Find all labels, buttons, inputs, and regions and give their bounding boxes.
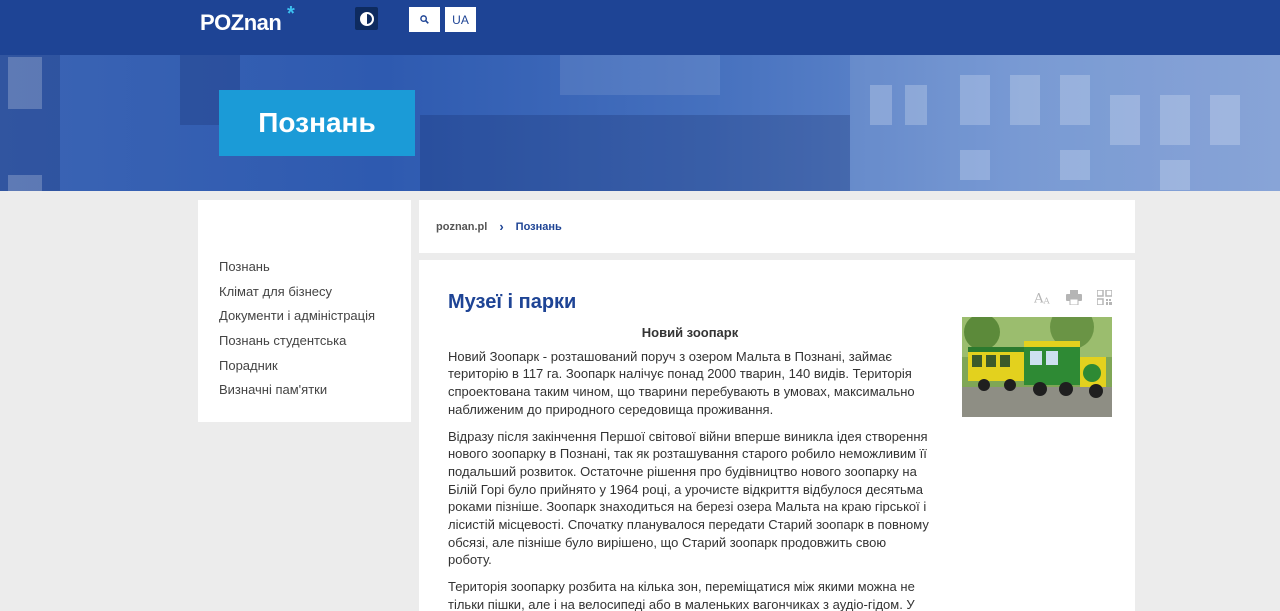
logo-text: POZnan — [200, 10, 282, 35]
article-subtitle: Новий зоопарк — [641, 325, 739, 340]
language-button[interactable]: UA — [445, 7, 476, 32]
article-paragraph: Новий Зоопарк - розташований поруч з озе… — [448, 348, 915, 417]
hero-title-box: Познань — [219, 90, 415, 156]
breadcrumb: poznan.pl › Познань — [419, 200, 1135, 253]
chevron-right-icon: › — [499, 219, 504, 234]
qr-code-icon[interactable] — [1096, 289, 1113, 306]
svg-text:A: A — [1042, 296, 1050, 305]
print-icon[interactable] — [1065, 289, 1082, 306]
sidebar-item-poznan[interactable]: Познань — [219, 258, 375, 283]
article-panel: Музеї і парки A A Новий зоопарк Новий Зо… — [419, 260, 1135, 611]
logo-star-icon: * — [287, 3, 295, 25]
article-body: Новий зоопарк Новий Зоопарк - розташован… — [448, 324, 932, 611]
sidebar-item-students[interactable]: Познань студентська — [219, 332, 375, 357]
article-title: Музеї і парки — [448, 291, 577, 313]
contrast-toggle-button[interactable] — [355, 7, 378, 30]
page-title: Познань — [258, 107, 376, 138]
sidebar-item-guide[interactable]: Порадник — [219, 357, 375, 382]
breadcrumb-current[interactable]: Познань — [516, 221, 562, 233]
poznan-logo[interactable]: POZnan * — [200, 3, 295, 36]
sidebar-nav: Познань Клімат для бізнесу Документи і а… — [198, 200, 411, 422]
sidebar-item-landmarks[interactable]: Визначні пам'ятки — [219, 381, 375, 406]
breadcrumb-home-link[interactable]: poznan.pl — [436, 221, 487, 233]
svg-text:A: A — [1034, 291, 1044, 305]
article-tools: A A — [1034, 289, 1113, 306]
zoo-train-photo[interactable] — [962, 317, 1112, 417]
search-button[interactable] — [409, 7, 440, 32]
article-paragraph: Територія зоопарку розбита на кілька зон… — [448, 579, 915, 611]
top-bar: POZnan * UA — [0, 0, 1280, 55]
contrast-icon — [359, 11, 374, 26]
sidebar-item-business-climate[interactable]: Клімат для бізнесу — [219, 283, 375, 308]
search-icon — [420, 15, 429, 24]
font-size-icon[interactable]: A A — [1034, 289, 1051, 306]
sidebar-item-documents[interactable]: Документи і адміністрація — [219, 307, 375, 332]
hero-banner: Познань — [0, 55, 1280, 191]
article-paragraph: Відразу після закінчення Першої світової… — [448, 428, 929, 568]
